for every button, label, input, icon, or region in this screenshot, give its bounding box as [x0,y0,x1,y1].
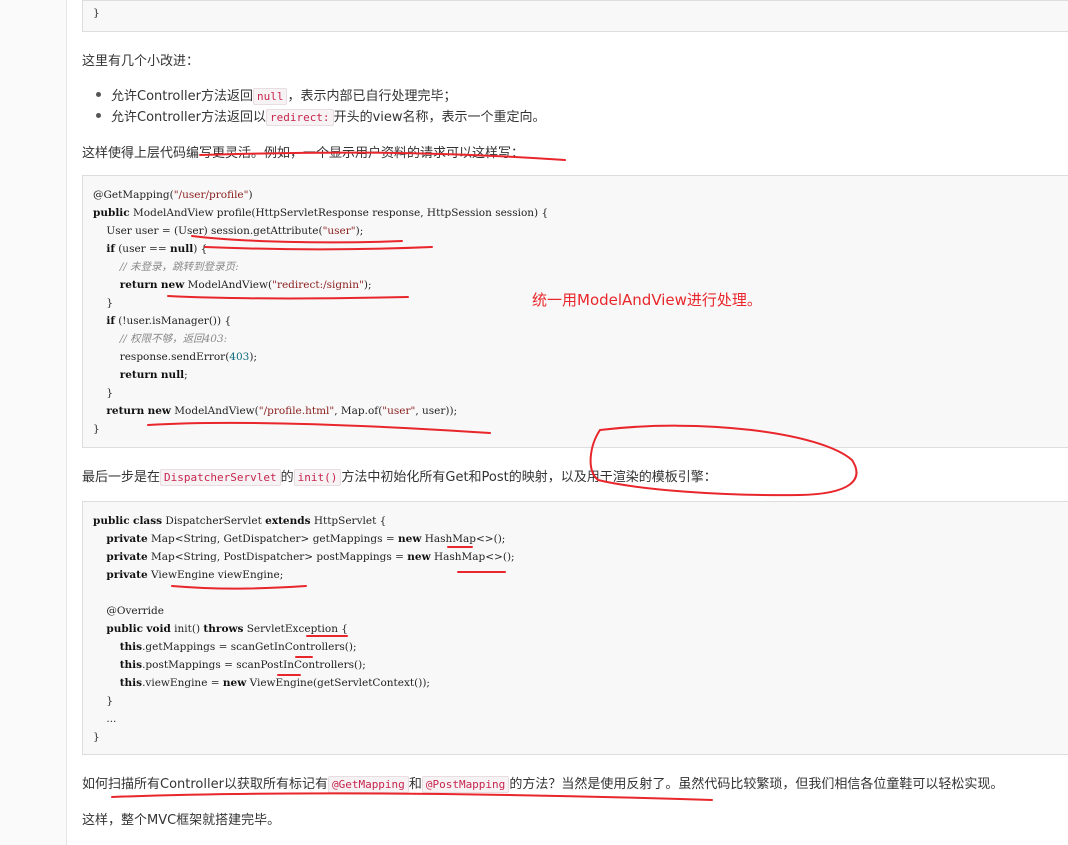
code-line: private ViewEngine viewEngine; [106,569,284,581]
bullet-text: 允许Controller方法返回以 [111,110,266,125]
code-line: return new ModelAndView("redirect:/signi… [119,279,372,291]
code-line: } [93,7,100,19]
underline-mark [111,792,713,801]
inline-code: null [252,88,288,105]
code-line: return null; [119,369,188,381]
text: 如何扫描所有Controller以获取所有标记有 [82,777,328,792]
code-line: this.postMappings = scanPostInController… [119,659,366,671]
intro-paragraph: 这里有几个小改进： [82,54,200,69]
previous-code-block: } [82,0,1068,32]
list-item: 允许Controller方法返回 null ，表示内部已自行处理完毕； [96,85,457,105]
code-line: @Override [93,605,164,617]
code-line: } [93,423,100,435]
bullet-dot [96,113,101,118]
inline-code: @PostMapping [421,776,510,793]
code-line: this.getMappings = scanGetInControllers(… [119,641,357,653]
text: 和 [408,777,422,792]
text: 的方法？当然是使用反射了。虽然代码比较繁琐，但我们相信各位童鞋可以轻松实现。 [509,777,1004,792]
bullet-dot [96,92,101,97]
code-line: } [93,387,114,399]
code-line: } [93,695,114,707]
code-line: User user = (User) session.getAttribute(… [93,225,364,237]
text: 方法中初始化所有Get和Post的映射，以及用于渲染的模板引擎： [341,470,717,485]
code-line: if (!user.isManager()) { [106,315,232,327]
profile-code-block: @GetMapping("/user/profile") public Model… [82,175,1068,448]
inline-code: @GetMapping [327,776,409,793]
handwritten-annotation: 统一用ModelAndView进行处理。 [532,291,762,309]
text: 的 [280,470,294,485]
code-line: // 权限不够，返回403: [119,333,228,345]
inline-code: DispatcherServlet [160,469,281,486]
scan-paragraph: 如何扫描所有Controller以获取所有标记有 @GetMapping 和 @Pos… [82,773,1004,793]
bullet-text: ，表示内部已自行处理完毕； [287,89,457,104]
code-line: this.viewEngine = new ViewEngine(getServ… [119,677,430,689]
last-step-paragraph: 最后一步是在 DispatcherServlet 的 init() 方法中初始化所有Ge… [82,466,717,486]
flex-paragraph: 这样使得上层代码编写更灵活。例如，一个显示用户资料的请求可以这样写： [82,146,525,161]
final-paragraph: 这样，整个MVC框架就搭建完毕。 [82,813,281,828]
code-line: private Map<String, GetDispatcher> getMa… [106,533,506,545]
text: 最后一步是在 [82,470,161,485]
code-line: private Map<String, PostDispatcher> post… [106,551,515,563]
code-line: } [93,731,100,743]
code-line: public void init() throws ServletExcepti… [106,623,348,635]
code-line: return new ModelAndView("/profile.html",… [106,405,458,417]
code-line: public ModelAndView profile(HttpServletR… [93,207,549,219]
code-line: // 未登录，跳转到登录页: [119,261,239,273]
list-item: 允许Controller方法返回以 redirect: 开头的view名称，表示一个… [96,106,546,126]
left-sidebar [0,0,67,845]
inline-code: redirect: [265,109,334,126]
code-line: if (user == null) { [106,243,208,255]
code-line: ... [93,713,117,725]
code-line: } [93,297,114,309]
bullet-text: 开头的view名称，表示一个重定向。 [333,110,546,125]
code-line: public class DispatcherServlet extends H… [93,515,387,527]
bullet-text: 允许Controller方法返回 [111,89,253,104]
inline-code: init() [293,469,342,486]
code-line: @GetMapping("/user/profile") [93,189,253,201]
dispatcher-code-block: public class DispatcherServlet extends H… [82,501,1068,755]
code-line: response.sendError(403); [93,351,257,363]
